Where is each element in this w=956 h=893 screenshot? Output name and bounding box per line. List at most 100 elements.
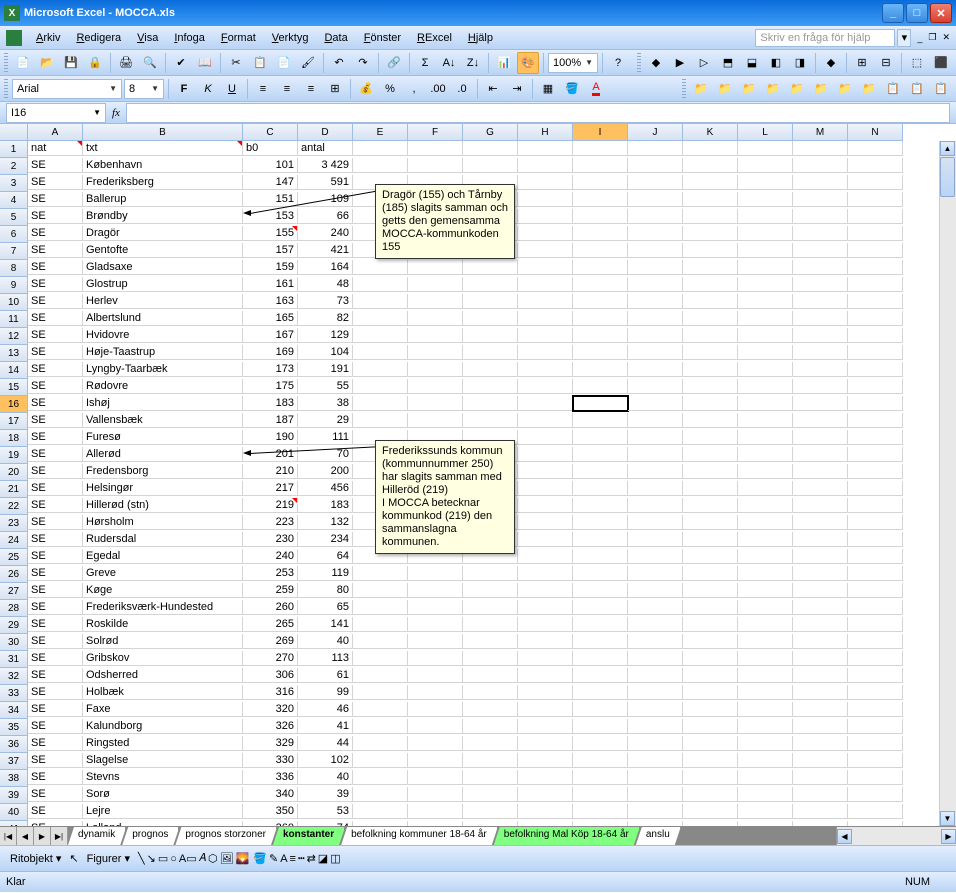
cell-N9[interactable]: [848, 277, 903, 292]
cell-D21[interactable]: 456: [298, 481, 353, 496]
cell-K21[interactable]: [683, 481, 738, 496]
cell-I14[interactable]: [573, 362, 628, 377]
cell-I22[interactable]: [573, 498, 628, 513]
cell-A4[interactable]: SE: [28, 192, 83, 207]
row-header-27[interactable]: 27: [0, 583, 28, 600]
cell-A27[interactable]: SE: [28, 583, 83, 598]
cell-L9[interactable]: [738, 277, 793, 292]
cell-N7[interactable]: [848, 243, 903, 258]
cell-J16[interactable]: [628, 396, 683, 411]
cell-E40[interactable]: [353, 804, 408, 819]
row-header-8[interactable]: 8: [0, 260, 28, 277]
cell-D15[interactable]: 55: [298, 379, 353, 394]
row-header-40[interactable]: 40: [0, 804, 28, 821]
extra-icon-5[interactable]: 📁: [786, 78, 808, 100]
cell-C27[interactable]: 259: [243, 583, 298, 598]
cell-L11[interactable]: [738, 311, 793, 326]
cell-B14[interactable]: Lyngby-Taarbæk: [83, 362, 243, 377]
ritobjekt-menu[interactable]: Ritobjekt ▾: [6, 852, 65, 865]
row-header-21[interactable]: 21: [0, 481, 28, 498]
cell-N36[interactable]: [848, 736, 903, 751]
cell-F31[interactable]: [408, 651, 463, 666]
col-header-B[interactable]: B: [83, 124, 243, 141]
cell-L7[interactable]: [738, 243, 793, 258]
cell-L14[interactable]: [738, 362, 793, 377]
cell-L27[interactable]: [738, 583, 793, 598]
cell-H31[interactable]: [518, 651, 573, 666]
cell-L41[interactable]: [738, 821, 793, 826]
row-header-26[interactable]: 26: [0, 566, 28, 583]
cell-D22[interactable]: 183: [298, 498, 353, 513]
cell-H27[interactable]: [518, 583, 573, 598]
cell-C14[interactable]: 173: [243, 362, 298, 377]
cell-J22[interactable]: [628, 498, 683, 513]
cell-N29[interactable]: [848, 617, 903, 632]
cell-D32[interactable]: 61: [298, 668, 353, 683]
cell-J32[interactable]: [628, 668, 683, 683]
cell-J20[interactable]: [628, 464, 683, 479]
cell-M29[interactable]: [793, 617, 848, 632]
cell-L31[interactable]: [738, 651, 793, 666]
cell-K7[interactable]: [683, 243, 738, 258]
row-header-30[interactable]: 30: [0, 634, 28, 651]
cell-H11[interactable]: [518, 311, 573, 326]
cell-N3[interactable]: [848, 175, 903, 190]
sheet-tab-anslu[interactable]: anslu: [636, 827, 681, 845]
cell-K2[interactable]: [683, 158, 738, 173]
cell-N11[interactable]: [848, 311, 903, 326]
cell-M1[interactable]: [793, 141, 848, 156]
picture-icon[interactable]: 🌄: [236, 852, 250, 865]
cell-N14[interactable]: [848, 362, 903, 377]
cell-K30[interactable]: [683, 634, 738, 649]
cell-L37[interactable]: [738, 753, 793, 768]
cell-J31[interactable]: [628, 651, 683, 666]
cell-M37[interactable]: [793, 753, 848, 768]
cell-H29[interactable]: [518, 617, 573, 632]
cell-L30[interactable]: [738, 634, 793, 649]
cell-M26[interactable]: [793, 566, 848, 581]
cell-B29[interactable]: Roskilde: [83, 617, 243, 632]
research-icon[interactable]: 📖: [194, 52, 216, 74]
cell-G37[interactable]: [463, 753, 518, 768]
cell-L23[interactable]: [738, 515, 793, 530]
rexcel-icon-5[interactable]: ⬓: [741, 52, 763, 74]
cell-N21[interactable]: [848, 481, 903, 496]
cell-N35[interactable]: [848, 719, 903, 734]
cell-L20[interactable]: [738, 464, 793, 479]
cell-I31[interactable]: [573, 651, 628, 666]
cell-L15[interactable]: [738, 379, 793, 394]
cell-I4[interactable]: [573, 192, 628, 207]
cell-I11[interactable]: [573, 311, 628, 326]
cell-B26[interactable]: Greve: [83, 566, 243, 581]
cell-M27[interactable]: [793, 583, 848, 598]
cell-I18[interactable]: [573, 430, 628, 445]
cell-H10[interactable]: [518, 294, 573, 309]
cell-C31[interactable]: 270: [243, 651, 298, 666]
cell-N10[interactable]: [848, 294, 903, 309]
cell-M38[interactable]: [793, 770, 848, 785]
cell-B19[interactable]: Allerød: [83, 447, 243, 462]
row-header-15[interactable]: 15: [0, 379, 28, 396]
cell-H21[interactable]: [518, 481, 573, 496]
cell-H3[interactable]: [518, 175, 573, 190]
cell-N22[interactable]: [848, 498, 903, 513]
cell-D12[interactable]: 129: [298, 328, 353, 343]
cell-E34[interactable]: [353, 702, 408, 717]
arrow-style-icon[interactable]: ⇄: [307, 852, 316, 865]
cell-G33[interactable]: [463, 685, 518, 700]
cell-K1[interactable]: [683, 141, 738, 156]
cell-N33[interactable]: [848, 685, 903, 700]
cell-K34[interactable]: [683, 702, 738, 717]
col-header-G[interactable]: G: [463, 124, 518, 141]
cell-E33[interactable]: [353, 685, 408, 700]
cell-J18[interactable]: [628, 430, 683, 445]
cell-F1[interactable]: [408, 141, 463, 156]
toolbar-grip[interactable]: [4, 53, 8, 73]
cell-B27[interactable]: Køge: [83, 583, 243, 598]
cell-H36[interactable]: [518, 736, 573, 751]
cell-E41[interactable]: [353, 821, 408, 826]
cell-A39[interactable]: SE: [28, 787, 83, 802]
cell-I3[interactable]: [573, 175, 628, 190]
cell-B39[interactable]: Sorø: [83, 787, 243, 802]
cell-M33[interactable]: [793, 685, 848, 700]
